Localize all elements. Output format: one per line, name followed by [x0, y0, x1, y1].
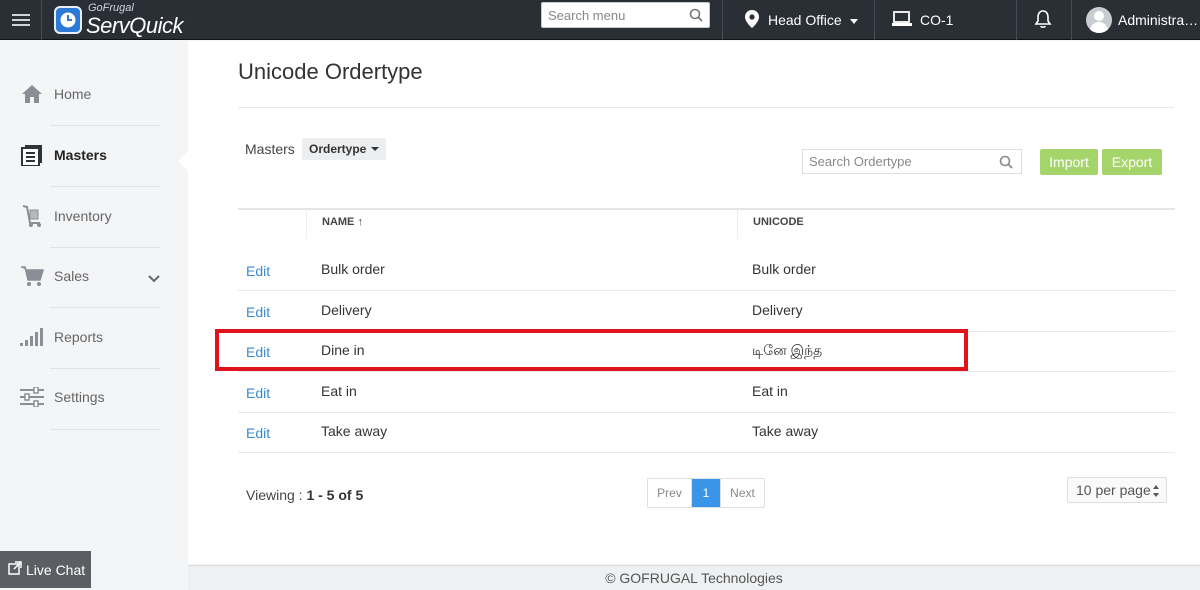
sidebar-item-settings[interactable]: Settings [20, 367, 160, 427]
counter-label: CO-1 [920, 12, 954, 28]
edit-link[interactable]: Edit [246, 304, 270, 320]
bell-icon [1033, 9, 1053, 32]
home-icon [20, 82, 44, 106]
pagination: Prev 1 Next [647, 478, 765, 508]
divider [722, 0, 723, 40]
search-menu-input[interactable] [542, 3, 682, 27]
row-unicode: Bulk order [752, 261, 816, 277]
table-top-border [238, 208, 1175, 210]
location-label: Head Office [768, 12, 842, 28]
column-divider [306, 209, 307, 239]
sidebar-item-home[interactable]: Home [20, 64, 160, 124]
counter-selector[interactable]: CO-1 [892, 0, 953, 40]
table-row: Edit Delivery Delivery [238, 291, 1175, 332]
select-arrows-icon [1152, 484, 1160, 501]
cart-icon [20, 264, 44, 288]
footer: © GOFRUGAL Technologies [188, 565, 1200, 590]
user-name: Administra… [1118, 12, 1199, 28]
live-chat-button[interactable]: Live Chat [0, 551, 91, 588]
divider [50, 429, 160, 430]
column-header-name-label: NAME [322, 216, 355, 228]
column-header-name[interactable]: NAME ↑ [322, 216, 363, 228]
sidebar-item-inventory[interactable]: Inventory [20, 186, 160, 246]
sidebar: Home Masters Inventory Sales Reports Set… [0, 41, 188, 590]
sidebar-item-label: Settings [54, 389, 105, 405]
export-button[interactable]: Export [1102, 149, 1162, 175]
divider [1071, 0, 1072, 40]
page-title: Unicode Ordertype [238, 59, 423, 84]
table-row: Edit Take away Take away [238, 412, 1175, 453]
search-ordertype-input[interactable] [803, 150, 993, 173]
row-unicode: Delivery [752, 302, 803, 318]
chevron-down-icon [148, 270, 160, 286]
import-button[interactable]: Import [1040, 149, 1098, 175]
current-page-button[interactable]: 1 [692, 479, 720, 507]
brand-big: ServQuick [86, 13, 183, 38]
divider [238, 107, 1174, 108]
location-pin-icon [745, 9, 759, 31]
masters-icon [20, 143, 44, 167]
per-page-value: 10 per page [1076, 482, 1151, 498]
logo-clock-icon [54, 6, 82, 34]
per-page-select[interactable]: 10 per page [1067, 477, 1167, 503]
notifications-button[interactable] [1033, 0, 1053, 40]
user-menu[interactable]: Administra… [1086, 0, 1198, 40]
search-icon[interactable] [689, 8, 703, 25]
active-indicator [178, 151, 188, 171]
row-name: Take away [321, 423, 388, 439]
divider [1016, 0, 1017, 40]
ordertype-dropdown-label: Ordertype [309, 142, 367, 156]
edit-link[interactable]: Edit [246, 385, 270, 401]
row-name: Bulk order [321, 261, 385, 277]
edit-link[interactable]: Edit [246, 425, 270, 441]
table-row: Edit Eat in Eat in [238, 372, 1175, 413]
settings-icon [20, 385, 44, 409]
inventory-icon [20, 204, 44, 228]
viewing-summary: Viewing : 1 - 5 of 5 [246, 487, 363, 503]
copyright-text: © GOFRUGAL Technologies [605, 570, 783, 586]
live-chat-label: Live Chat [26, 561, 86, 578]
main-content: Unicode Ordertype Masters Ordertype Impo… [188, 41, 1200, 564]
caret-down-icon [371, 147, 380, 151]
sidebar-item-masters[interactable]: Masters [20, 125, 160, 185]
breadcrumb-masters: Masters [245, 141, 295, 157]
location-selector[interactable]: Head Office [745, 0, 858, 40]
search-ordertype-box [802, 149, 1022, 174]
row-unicode: Take away [752, 423, 819, 439]
divider [874, 0, 875, 40]
sort-arrow-icon: ↑ [357, 216, 363, 228]
search-icon[interactable] [999, 155, 1013, 172]
chevron-down-icon [849, 18, 858, 24]
hamburger-menu-button[interactable] [0, 0, 42, 40]
sidebar-item-sales[interactable]: Sales [20, 246, 160, 306]
sidebar-item-label: Home [54, 86, 92, 102]
sidebar-item-label: Inventory [54, 208, 112, 224]
brand-name: GoFrugal ServQuick [86, 3, 183, 37]
row-unicode: Eat in [752, 383, 788, 399]
top-bar: GoFrugal ServQuick Head Office CO-1 Admi… [0, 0, 1200, 40]
avatar [1086, 7, 1112, 33]
prev-page-button[interactable]: Prev [648, 479, 692, 507]
viewing-range: 1 - 5 of 5 [306, 487, 364, 503]
monitor-icon [892, 10, 912, 30]
ordertype-dropdown[interactable]: Ordertype [302, 138, 387, 160]
reports-icon [20, 325, 44, 349]
sidebar-item-reports[interactable]: Reports [20, 307, 160, 367]
hamburger-icon [11, 19, 30, 21]
column-header-unicode[interactable]: UNICODE [753, 216, 804, 228]
sidebar-item-label: Masters [54, 147, 107, 163]
table-row: Edit Bulk order Bulk order [238, 250, 1175, 291]
edit-link[interactable]: Edit [246, 263, 270, 279]
row-name: Delivery [321, 302, 372, 318]
next-page-button[interactable]: Next [720, 479, 764, 507]
highlight-annotation [215, 329, 968, 371]
sidebar-item-label: Sales [54, 268, 90, 284]
app-logo[interactable]: GoFrugal ServQuick [54, 1, 183, 39]
sidebar-item-label: Reports [54, 329, 104, 345]
external-link-icon [8, 561, 22, 578]
row-name: Eat in [321, 383, 357, 399]
viewing-label: Viewing : [246, 487, 307, 503]
search-menu-box [541, 2, 710, 28]
column-divider [737, 209, 738, 239]
